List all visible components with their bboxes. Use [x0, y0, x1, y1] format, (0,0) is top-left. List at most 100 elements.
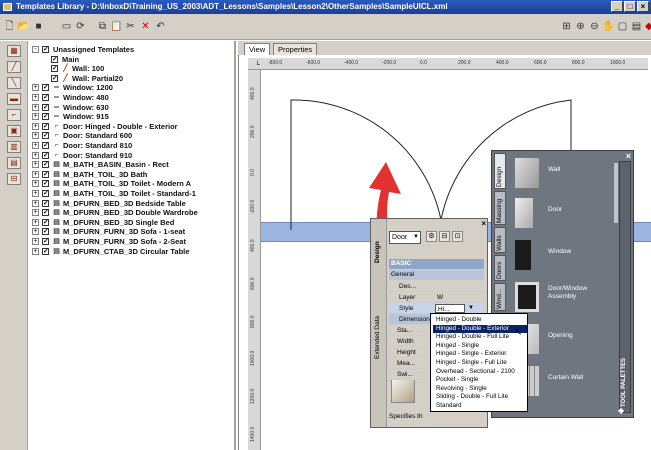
dropdown-option[interactable]: Sliding - Double - Full Lite	[433, 393, 527, 401]
tree-checkbox[interactable]: ✓	[42, 46, 49, 53]
new-file-icon[interactable]: 🗋	[3, 21, 16, 33]
tree-row[interactable]: ✓ ╱ Wall: Partial20	[28, 74, 234, 84]
expand-icon[interactable]: +	[32, 228, 39, 236]
tree-checkbox[interactable]: ✓	[51, 65, 58, 73]
dropdown-option[interactable]: Hinged - Single - Exterior	[433, 350, 527, 358]
settings-icon[interactable]: ▤	[630, 21, 643, 33]
new-category-icon[interactable]: ▭	[60, 21, 73, 33]
tree-checkbox[interactable]: ✓	[42, 190, 49, 197]
expand-icon[interactable]: +	[32, 170, 39, 178]
tree-row[interactable]: + ✓ ═ Window: 1200	[28, 83, 234, 93]
dropdown-option[interactable]: Revolving - Single	[433, 385, 527, 393]
paste-icon[interactable]: 📋	[110, 21, 123, 33]
property-row[interactable]: Des...	[389, 281, 484, 292]
marker-icon[interactable]: ◆	[645, 21, 651, 33]
expand-icon[interactable]: +	[32, 218, 39, 226]
expand-icon[interactable]: +	[32, 151, 39, 159]
new-template-icon[interactable]: ⟳	[74, 21, 87, 33]
tree-checkbox[interactable]: ✓	[42, 132, 49, 140]
tree-row[interactable]: + ✓ ⌐ Door: Standard 600	[28, 131, 234, 141]
tree-row[interactable]: + ✓ ⌐ Door: Hinged - Double - Exterior	[28, 122, 234, 132]
furniture-tool-icon[interactable]: ▥	[7, 141, 21, 153]
block-tool-icon[interactable]: ▣	[7, 125, 21, 137]
palette-tab-design[interactable]: Design	[494, 153, 506, 189]
tree-row[interactable]: + ✓ ▤ M_BATH_BASIN_Basin - Rect	[28, 160, 234, 170]
tree-row[interactable]: + ✓ ▤ M_BATH_TOIL_3D Toilet - Standard-1	[28, 189, 234, 199]
palette-item-door[interactable]: Door	[512, 193, 612, 238]
tree-row[interactable]: + ✓ ⌐ Door: Standard 810	[28, 141, 234, 151]
expand-icon[interactable]: +	[32, 103, 39, 111]
tree-checkbox[interactable]: ✓	[42, 228, 49, 236]
dropdown-option[interactable]: Hinged - Single	[433, 342, 527, 350]
save-icon[interactable]: ■	[32, 21, 45, 33]
tree-row[interactable]: + ✓ ▤ M_DFURN_FURN_3D Sofa - 2-Seat	[28, 237, 234, 247]
door-swing-left[interactable]	[290, 99, 442, 230]
tree-checkbox[interactable]: ✓	[42, 170, 49, 178]
palette-close-icon[interactable]: ×	[626, 151, 631, 161]
dropdown-option[interactable]: Hinged - Single - Full Lite	[433, 359, 527, 367]
maximize-button[interactable]: □	[624, 1, 636, 12]
undo-icon[interactable]: ↶	[154, 21, 167, 33]
tree-row[interactable]: ✓ Main	[28, 55, 234, 65]
expand-icon[interactable]: +	[32, 113, 39, 121]
dropdown-option[interactable]: Hinged - Double - Full Lite	[433, 333, 527, 341]
tree-row[interactable]: - ✓ Unassigned Templates	[28, 45, 234, 55]
tree-row[interactable]: + ✓ ▤ M_DFURN_BED_3D Single Bed	[28, 218, 234, 228]
quick-select-icon[interactable]: ⊡	[452, 231, 463, 242]
palette-titlebar[interactable]: TOOL PALETTES	[619, 161, 631, 413]
door-tool-icon[interactable]: ⌐	[7, 109, 21, 121]
zoom-out-icon[interactable]: ⊖	[588, 21, 601, 33]
expand-icon[interactable]: +	[32, 122, 39, 130]
palette-scrollbar[interactable]	[614, 163, 618, 223]
dropdown-option[interactable]: Hinged - Double - Exterior	[433, 324, 527, 333]
palette-tab-walls[interactable]: Walls	[494, 227, 506, 253]
tree-checkbox[interactable]: ✓	[42, 84, 49, 92]
expand-icon[interactable]: +	[32, 247, 39, 255]
dropdown-option[interactable]: Overhead - Sectional - 2100	[433, 368, 527, 376]
tree-checkbox[interactable]: ✓	[42, 94, 49, 101]
palette-properties-icon[interactable]: ◆	[618, 406, 624, 415]
expand-icon[interactable]: +	[32, 161, 39, 169]
tab-view[interactable]: View	[244, 43, 271, 55]
expand-icon[interactable]: +	[32, 190, 39, 197]
tree-row[interactable]: + ✓ ═ Window: 630	[28, 103, 234, 113]
tab-properties[interactable]: Properties	[273, 43, 318, 55]
object-type-select[interactable]: Door ▼	[389, 231, 421, 244]
property-row[interactable]: Layer W	[389, 292, 484, 303]
zoom-in-icon[interactable]: ⊕	[574, 21, 587, 33]
window-tool-icon[interactable]: ▬	[7, 93, 21, 105]
copy-icon[interactable]: ⧉	[96, 21, 109, 33]
tree-checkbox[interactable]: ✓	[51, 74, 58, 82]
expand-icon[interactable]: +	[32, 132, 39, 140]
section-basic[interactable]: BASIC	[389, 259, 484, 269]
tree-row[interactable]: + ✓ ═ Window: 915	[28, 112, 234, 122]
select-similar-icon[interactable]: ⊟	[439, 231, 450, 242]
minimize-button[interactable]: _	[611, 1, 623, 12]
style-select[interactable]: Hi...	[435, 304, 465, 313]
line-tool-icon[interactable]: ╲	[7, 77, 21, 89]
palette-item-window[interactable]: Window	[512, 235, 612, 280]
tree-checkbox[interactable]: ✓	[42, 122, 49, 130]
tree-checkbox[interactable]: ✓	[42, 142, 49, 149]
tree-checkbox[interactable]: ✓	[42, 151, 49, 159]
tree-checkbox[interactable]: ✓	[42, 238, 49, 245]
category-icon[interactable]: ▦	[7, 45, 21, 57]
stair-tool-icon[interactable]: ⊟	[7, 173, 21, 185]
open-folder-icon[interactable]: 📂	[17, 21, 30, 33]
palette-item-wall[interactable]: Wall	[512, 153, 612, 198]
expand-icon[interactable]: +	[32, 238, 39, 245]
tree-row[interactable]: + ✓ ▤ M_DFURN_BED_3D Bedside Table	[28, 199, 234, 209]
palette-tab-massing[interactable]: Massing	[494, 191, 506, 225]
expand-icon[interactable]: +	[32, 94, 39, 101]
tree-checkbox[interactable]: ✓	[42, 247, 49, 255]
palette-tab-doors[interactable]: Doors	[494, 255, 506, 281]
pick-object-icon[interactable]: ⚙	[426, 231, 437, 242]
props-close-icon[interactable]: ×	[481, 219, 486, 228]
tree-row[interactable]: + ✓ ▤ M_DFURN_FURN_3D Sofa - 1-seat	[28, 227, 234, 237]
expand-icon[interactable]: +	[32, 142, 39, 149]
wall-tool-icon[interactable]: ╱	[7, 61, 21, 73]
table-tool-icon[interactable]: ▤	[7, 157, 21, 169]
expand-icon[interactable]: +	[32, 84, 39, 92]
palette-tab-windows[interactable]: Wind...	[494, 283, 506, 311]
expand-icon[interactable]: +	[32, 199, 39, 207]
